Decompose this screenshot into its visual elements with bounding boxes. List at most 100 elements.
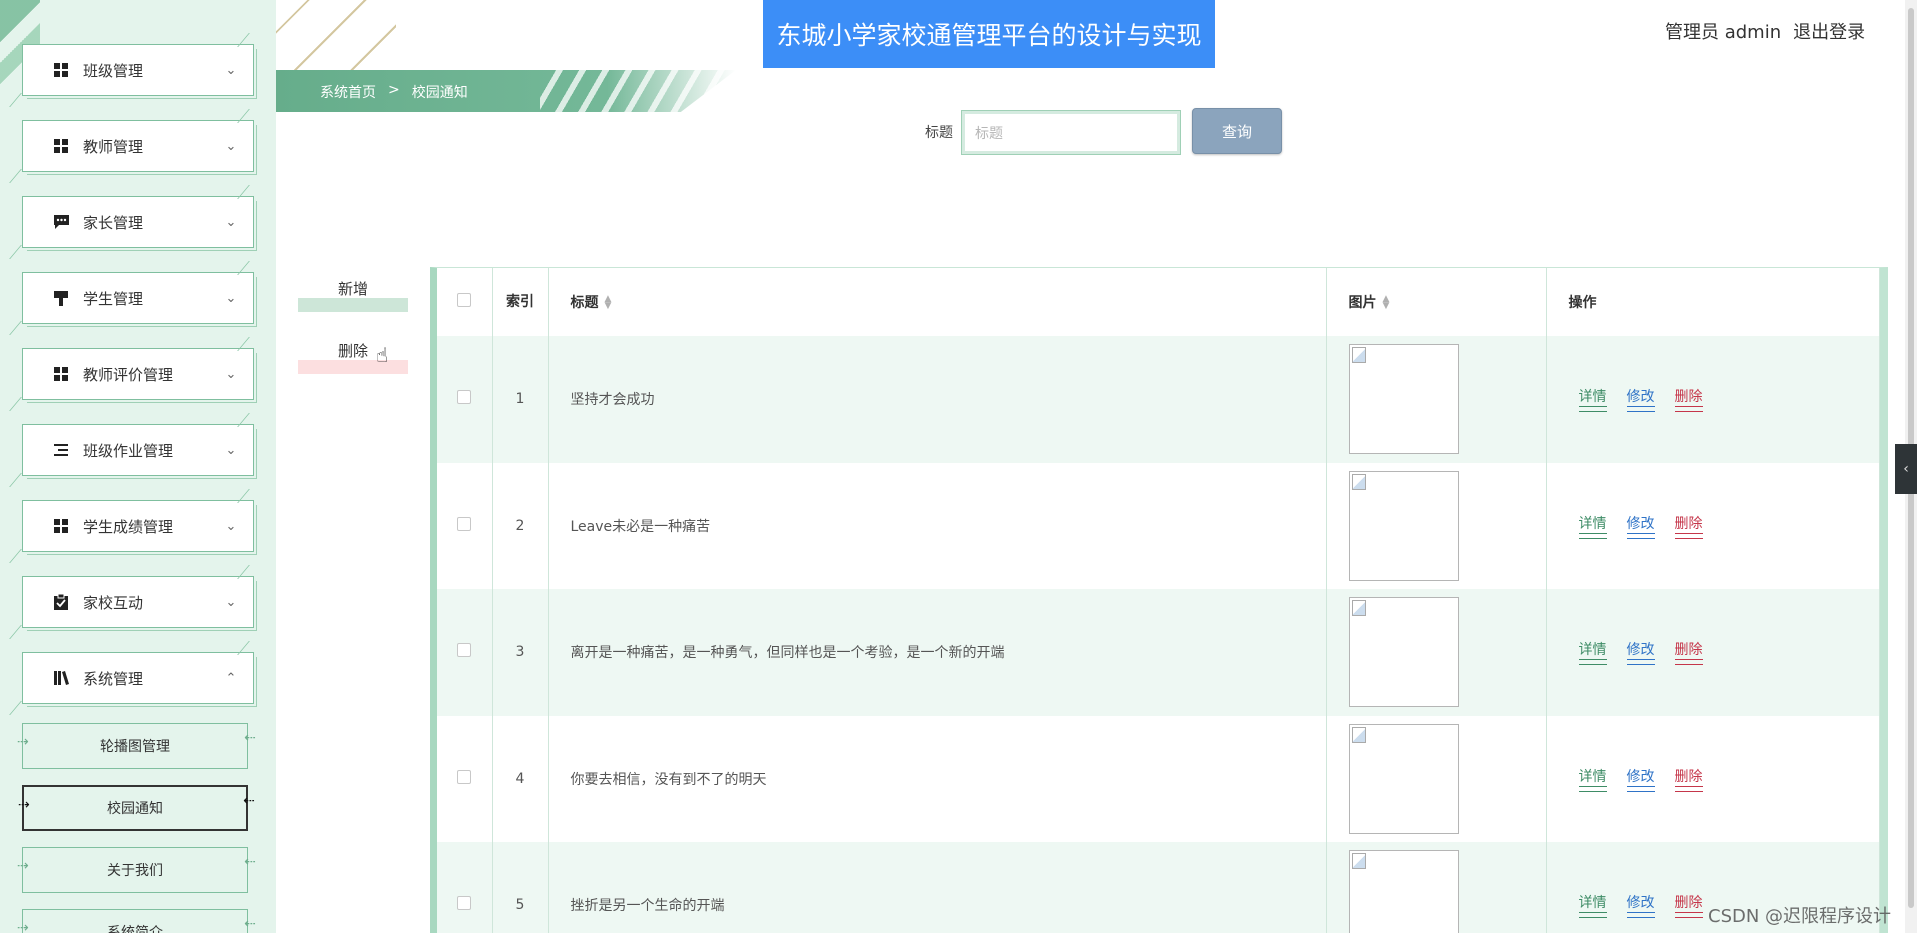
grid-icon (53, 138, 69, 154)
sidebar-subitem-intro[interactable]: ⇢ 系统简介 ⇠ (17, 909, 256, 933)
grid-icon (53, 366, 69, 382)
sidebar-item-student[interactable]: 学生管理 ⌄ (9, 261, 265, 335)
arrow-decoration-icon: ⇢ (17, 734, 29, 750)
breadcrumb-separator: > (388, 82, 400, 98)
header-title[interactable]: 标题 ▲ ▼ (548, 268, 1327, 336)
arrow-decoration-icon: ⇠ (244, 730, 256, 746)
broken-image-icon (1351, 726, 1366, 743)
row-image (1348, 723, 1459, 834)
row-title: 你要去相信，没有到不了的明天 (548, 715, 1327, 842)
chevron-down-icon: ⌄ (225, 366, 237, 382)
detail-button[interactable]: 详情 (1578, 639, 1607, 666)
user-area: 管理员 admin 退出登录 (1665, 18, 1865, 44)
breadcrumb: 系统首页 > 校园通知 (320, 82, 468, 102)
sidebar-item-system[interactable]: 系统管理 ⌃ (9, 641, 265, 715)
breadcrumb-home[interactable]: 系统首页 (320, 82, 376, 102)
delete-button[interactable]: 删除 (1674, 766, 1703, 792)
row-title: 挫折是另一个生命的开端 (548, 842, 1327, 933)
select-all-checkbox[interactable] (457, 293, 472, 307)
hand-cursor-icon: ☝ (376, 343, 389, 367)
sidebar-item-teacher-evaluation[interactable]: 教师评价管理 ⌄ (9, 337, 265, 411)
row-image (1348, 470, 1459, 581)
add-button-label: 新增 (337, 280, 368, 298)
edit-button[interactable]: 修改 (1626, 639, 1655, 666)
sidebar-item-label: 学生成绩管理 (83, 517, 174, 536)
delete-button[interactable]: 删除 (1674, 386, 1703, 413)
row-index: 5 (492, 842, 549, 933)
row-index: 1 (492, 336, 549, 463)
broken-image-icon (1351, 347, 1366, 364)
sidebar-item-class[interactable]: 班级管理 ⌄ (9, 33, 265, 107)
sidebar-item-label: 班级管理 (83, 61, 144, 80)
chevron-down-icon: ⌄ (225, 594, 237, 610)
header-index: 索引 (492, 268, 549, 336)
notice-table: 索引 标题 ▲▼ 图片 ▲▼ 操作 1 坚持才会成功 详情 修改 删除 2 (430, 267, 1888, 933)
row-checkbox[interactable] (457, 896, 472, 911)
row-index: 4 (492, 715, 549, 842)
arrow-decoration-icon: ⇢ (17, 920, 29, 933)
list-icon (53, 442, 69, 458)
delete-button[interactable]: 删除 (1674, 639, 1703, 666)
detail-button[interactable]: 详情 (1578, 892, 1607, 919)
grid-icon (53, 518, 69, 534)
sidebar: 班级管理 ⌄ 教师管理 ⌄ 家长管理 ⌄ 学生管理 ⌄ 教师评价管理 ⌄ 班级作… (0, 0, 276, 933)
chevron-down-icon: ⌄ (225, 214, 237, 230)
row-checkbox[interactable] (457, 516, 472, 531)
chevron-left-icon: ‹ (1903, 461, 1909, 477)
sidebar-item-label: 家校互动 (83, 593, 144, 612)
batch-delete-button[interactable]: 删除 (298, 338, 408, 374)
edit-button[interactable]: 修改 (1626, 386, 1655, 413)
detail-button[interactable]: 详情 (1578, 513, 1607, 539)
sidebar-item-label: 教师管理 (83, 137, 144, 156)
row-checkbox[interactable] (457, 643, 472, 658)
edit-button[interactable]: 修改 (1626, 513, 1655, 539)
sidebar-subitem-about[interactable]: ⇢ 关于我们 ⇠ (17, 847, 256, 893)
delete-button[interactable]: 删除 (1674, 513, 1703, 539)
watermark: CSDN @迟限程序设计 (1708, 906, 1892, 927)
search-button[interactable]: 查询 (1192, 108, 1282, 154)
collapse-panel-button[interactable]: ‹ (1895, 444, 1917, 494)
add-button[interactable]: 新增 (298, 276, 408, 312)
row-checkbox[interactable] (457, 390, 472, 405)
sidebar-item-label: 班级作业管理 (83, 441, 174, 460)
chevron-down-icon: ⌄ (225, 62, 237, 78)
sort-icon[interactable]: ▲ ▼ (605, 295, 612, 311)
sidebar-subitem-carousel[interactable]: ⇢ 轮播图管理 ⇠ (17, 723, 256, 769)
table-row: 1 坚持才会成功 详情 修改 删除 (437, 336, 1880, 463)
detail-button[interactable]: 详情 (1578, 386, 1607, 413)
chevron-down-icon: ⌄ (225, 442, 237, 458)
chevron-down-icon: ⌄ (225, 518, 237, 534)
chevron-down-icon: ⌄ (225, 138, 237, 154)
row-index: 3 (492, 589, 549, 716)
sidebar-item-homework[interactable]: 班级作业管理 ⌄ (9, 413, 265, 487)
chevron-up-icon: ⌃ (225, 670, 237, 686)
header-image[interactable]: 图片 ▲ ▼ (1326, 268, 1547, 336)
row-title: 离开是一种痛苦，是一种勇气，但同样也是一个考验，是一个新的开端 (548, 589, 1327, 716)
edit-button[interactable]: 修改 (1626, 766, 1655, 792)
header-operation: 操作 (1546, 268, 1880, 336)
sidebar-subitem-notice[interactable]: ⇢ 校园通知 ⇠ (18, 785, 255, 831)
broken-image-icon (1351, 600, 1366, 617)
row-checkbox[interactable] (457, 769, 472, 784)
search-input[interactable] (961, 110, 1181, 155)
row-title: Leave未必是一种痛苦 (548, 462, 1327, 589)
books-icon (53, 670, 69, 686)
sidebar-item-interaction[interactable]: 家校互动 ⌄ (9, 565, 265, 639)
sidebar-item-scores[interactable]: 学生成绩管理 ⌄ (9, 489, 265, 563)
pin-icon (53, 290, 69, 306)
logout-link[interactable]: 退出登录 (1793, 18, 1865, 44)
sidebar-item-teacher[interactable]: 教师管理 ⌄ (9, 109, 265, 183)
sidebar-subitem-label: 关于我们 (107, 863, 163, 879)
grid-icon (53, 62, 69, 78)
table-row: 5 挫折是另一个生命的开端 详情 修改 删除 (437, 842, 1880, 933)
sidebar-item-label: 系统管理 (83, 669, 144, 688)
edit-button[interactable]: 修改 (1626, 892, 1655, 919)
arrow-decoration-icon: ⇠ (244, 854, 256, 870)
detail-button[interactable]: 详情 (1578, 766, 1607, 792)
breadcrumb-current: 校园通知 (411, 85, 468, 101)
delete-button[interactable]: 删除 (1674, 892, 1703, 919)
chevron-down-icon: ⌄ (225, 290, 237, 306)
sidebar-item-parent[interactable]: 家长管理 ⌄ (9, 185, 265, 259)
row-index: 2 (492, 462, 549, 589)
sort-icon[interactable]: ▲ ▼ (1383, 295, 1390, 311)
